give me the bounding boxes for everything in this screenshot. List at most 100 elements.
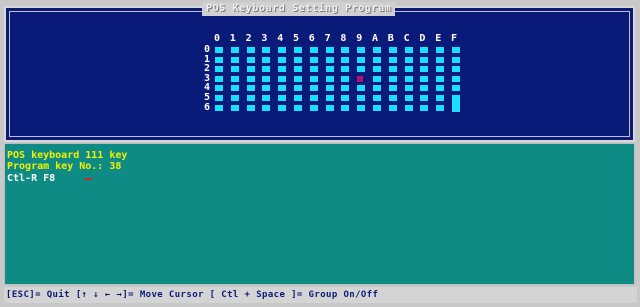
key-5-1[interactable]	[230, 95, 239, 101]
key-6-A[interactable]	[373, 104, 381, 111]
key-1-2[interactable]	[246, 56, 255, 63]
key-6-6[interactable]	[309, 104, 318, 111]
key-5-C[interactable]	[404, 95, 413, 101]
key-5-3[interactable]	[262, 95, 271, 101]
key-5-2[interactable]	[246, 95, 255, 101]
key-6-0[interactable]	[215, 104, 223, 111]
key-3-E[interactable]	[436, 75, 445, 82]
key-3-7[interactable]	[325, 75, 334, 82]
key-0-D[interactable]	[420, 47, 429, 53]
key-4-4[interactable]	[278, 85, 287, 92]
key-6-C[interactable]	[404, 104, 413, 111]
key-3-D[interactable]	[420, 75, 429, 82]
key-6-4[interactable]	[278, 104, 287, 111]
key-1-7[interactable]	[325, 56, 334, 63]
key-6-B[interactable]	[388, 104, 397, 111]
key-6-7[interactable]	[325, 104, 334, 111]
key-2-D[interactable]	[420, 66, 429, 73]
key-4-1[interactable]	[230, 85, 239, 92]
key-5-D[interactable]	[420, 95, 429, 101]
key-3-A[interactable]	[373, 75, 381, 82]
key-4-9[interactable]	[357, 85, 366, 92]
key-4-C[interactable]	[404, 85, 413, 92]
key-5-6[interactable]	[309, 95, 318, 101]
key-5-E[interactable]	[436, 95, 445, 101]
key-3-2[interactable]	[246, 75, 255, 82]
key-3-C[interactable]	[404, 75, 413, 82]
key-5-A[interactable]	[373, 95, 381, 101]
key-2-2[interactable]	[246, 66, 255, 73]
key-3-5[interactable]	[294, 75, 302, 82]
key-5-9[interactable]	[357, 95, 366, 101]
key-3-3[interactable]	[262, 75, 271, 82]
key-3-4[interactable]	[278, 75, 287, 82]
key-2-A[interactable]	[373, 66, 381, 73]
key-3-9[interactable]	[357, 75, 364, 82]
key-5-8[interactable]	[341, 95, 350, 101]
key-0-8[interactable]	[341, 47, 350, 53]
key-1-6[interactable]	[309, 56, 318, 63]
key-tall-F-5-6[interactable]	[452, 95, 460, 112]
key-6-1[interactable]	[230, 104, 239, 111]
key-2-8[interactable]	[341, 66, 350, 73]
key-3-B[interactable]	[388, 75, 397, 82]
key-0-B[interactable]	[388, 47, 397, 53]
key-0-2[interactable]	[246, 47, 255, 53]
key-5-0[interactable]	[215, 95, 223, 101]
key-1-8[interactable]	[341, 56, 350, 63]
key-0-1[interactable]	[230, 47, 239, 53]
key-1-C[interactable]	[404, 56, 413, 63]
key-6-8[interactable]	[341, 104, 350, 111]
key-1-E[interactable]	[436, 56, 445, 63]
key-0-5[interactable]	[294, 47, 302, 53]
key-0-C[interactable]	[404, 47, 413, 53]
key-0-F[interactable]	[452, 47, 460, 53]
key-0-7[interactable]	[325, 47, 334, 53]
key-2-0[interactable]	[215, 66, 223, 73]
key-1-0[interactable]	[215, 56, 223, 63]
key-1-4[interactable]	[278, 56, 287, 63]
key-2-F[interactable]	[452, 66, 460, 73]
key-6-5[interactable]	[294, 104, 302, 111]
key-2-6[interactable]	[309, 66, 318, 73]
key-0-E[interactable]	[436, 47, 445, 53]
key-0-4[interactable]	[278, 47, 287, 53]
key-4-0[interactable]	[215, 85, 223, 92]
key-1-B[interactable]	[388, 56, 397, 63]
key-6-9[interactable]	[357, 104, 366, 111]
key-4-B[interactable]	[388, 85, 397, 92]
key-3-0[interactable]	[215, 75, 223, 82]
key-5-5[interactable]	[294, 95, 302, 101]
key-2-1[interactable]	[230, 66, 239, 73]
key-5-4[interactable]	[278, 95, 287, 101]
key-2-C[interactable]	[404, 66, 413, 73]
key-1-9[interactable]	[357, 56, 366, 63]
key-4-5[interactable]	[294, 85, 302, 92]
key-6-3[interactable]	[262, 104, 271, 111]
key-4-F[interactable]	[452, 85, 460, 92]
key-1-5[interactable]	[294, 56, 302, 63]
key-2-B[interactable]	[388, 66, 397, 73]
key-2-5[interactable]	[294, 66, 302, 73]
key-4-3[interactable]	[262, 85, 271, 92]
key-2-E[interactable]	[436, 66, 445, 73]
key-5-B[interactable]	[388, 95, 397, 101]
key-1-F[interactable]	[452, 56, 460, 63]
key-1-3[interactable]	[262, 56, 271, 63]
key-2-7[interactable]	[325, 66, 334, 73]
key-3-6[interactable]	[309, 75, 318, 82]
key-5-7[interactable]	[325, 95, 334, 101]
key-6-2[interactable]	[246, 104, 255, 111]
key-4-7[interactable]	[325, 85, 334, 92]
key-0-0[interactable]	[215, 47, 223, 53]
key-1-1[interactable]	[230, 56, 239, 63]
key-2-3[interactable]	[262, 66, 271, 73]
key-3-8[interactable]	[341, 75, 350, 82]
key-1-A[interactable]	[373, 56, 381, 63]
key-4-E[interactable]	[436, 85, 445, 92]
key-4-A[interactable]	[373, 85, 381, 92]
key-0-6[interactable]	[309, 47, 318, 53]
key-2-4[interactable]	[278, 66, 287, 73]
key-4-6[interactable]	[309, 85, 318, 92]
key-0-A[interactable]	[373, 47, 381, 53]
